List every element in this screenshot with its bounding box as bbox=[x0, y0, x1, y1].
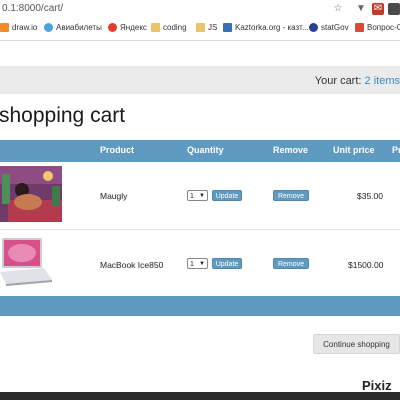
extension-red-icon[interactable]: ✉ bbox=[372, 3, 384, 15]
page-title: shopping cart bbox=[0, 104, 126, 127]
update-button[interactable]: Update bbox=[212, 258, 242, 269]
bookmark-js[interactable]: JS bbox=[196, 23, 217, 32]
folder-icon bbox=[151, 23, 160, 32]
bookmark-yandex[interactable]: Яндекс bbox=[108, 23, 147, 32]
chevron-down-icon: ▼ bbox=[199, 261, 205, 267]
column-header-product: Product bbox=[100, 145, 135, 155]
remove-button[interactable]: Remove bbox=[273, 258, 309, 269]
address-bar[interactable]: 0.1:8000/cart/ ☆ ▼ ✉ bbox=[0, 0, 400, 18]
url-text[interactable]: 0.1:8000/cart/ bbox=[2, 3, 63, 14]
remove-button[interactable]: Remove bbox=[273, 190, 309, 201]
column-header-unit-price: Unit price bbox=[333, 145, 375, 155]
quantity-select[interactable]: 1 ▼ bbox=[187, 190, 208, 201]
extension-dark-icon[interactable] bbox=[388, 3, 400, 15]
bookmark-statgov[interactable]: statGov bbox=[309, 23, 349, 32]
star-icon[interactable]: ☆ bbox=[332, 3, 344, 15]
kaztorka-icon bbox=[223, 23, 232, 32]
cart-label: Your cart: bbox=[314, 75, 362, 87]
update-button[interactable]: Update bbox=[212, 190, 242, 201]
bookmark-kaztorka[interactable]: Kaztorka.org - казт... bbox=[223, 23, 309, 32]
unit-price: $1500.00 bbox=[348, 260, 384, 270]
table-footer bbox=[0, 296, 400, 316]
flights-icon bbox=[44, 23, 53, 32]
quantity-select[interactable]: 1 ▼ bbox=[187, 258, 208, 269]
vopros-icon bbox=[355, 23, 364, 32]
chevron-down-icon: ▼ bbox=[199, 193, 205, 199]
folder-icon bbox=[196, 23, 205, 32]
bookmark-coding[interactable]: coding bbox=[151, 23, 187, 32]
bookmark-drawio[interactable]: draw.io bbox=[0, 23, 37, 32]
unit-price: $35.00 bbox=[357, 191, 383, 201]
product-name[interactable]: Maugly bbox=[100, 191, 127, 201]
bookmark-flights[interactable]: Авиабилеты bbox=[44, 23, 102, 32]
watermark: Pixiz bbox=[362, 378, 392, 393]
product-name[interactable]: MacBook Ice850 bbox=[100, 260, 163, 270]
column-header-quantity: Quantity bbox=[187, 145, 224, 155]
yandex-icon bbox=[108, 23, 117, 32]
column-header-remove: Remove bbox=[273, 145, 309, 155]
cart-summary: Your cart: 2 items bbox=[315, 75, 400, 87]
product-image-maugly[interactable] bbox=[0, 166, 62, 222]
statgov-icon bbox=[309, 23, 318, 32]
extension-icon[interactable]: ▼ bbox=[355, 3, 367, 15]
column-header-price: Pr bbox=[392, 145, 400, 155]
drawio-icon bbox=[0, 23, 9, 32]
bookmarks-bar: draw.io Авиабилеты Яндекс coding JS Kazt… bbox=[0, 18, 400, 41]
product-image-macbook[interactable] bbox=[0, 236, 62, 292]
quantity-value: 1 bbox=[190, 193, 194, 200]
bookmark-vopros[interactable]: Вопрос-О bbox=[355, 23, 400, 32]
taskbar-strip bbox=[0, 392, 400, 400]
row-divider bbox=[0, 229, 400, 230]
continue-shopping-button[interactable]: Continue shopping bbox=[313, 334, 400, 354]
cart-items-link[interactable]: 2 items bbox=[365, 75, 400, 87]
quantity-value: 1 bbox=[190, 261, 194, 268]
